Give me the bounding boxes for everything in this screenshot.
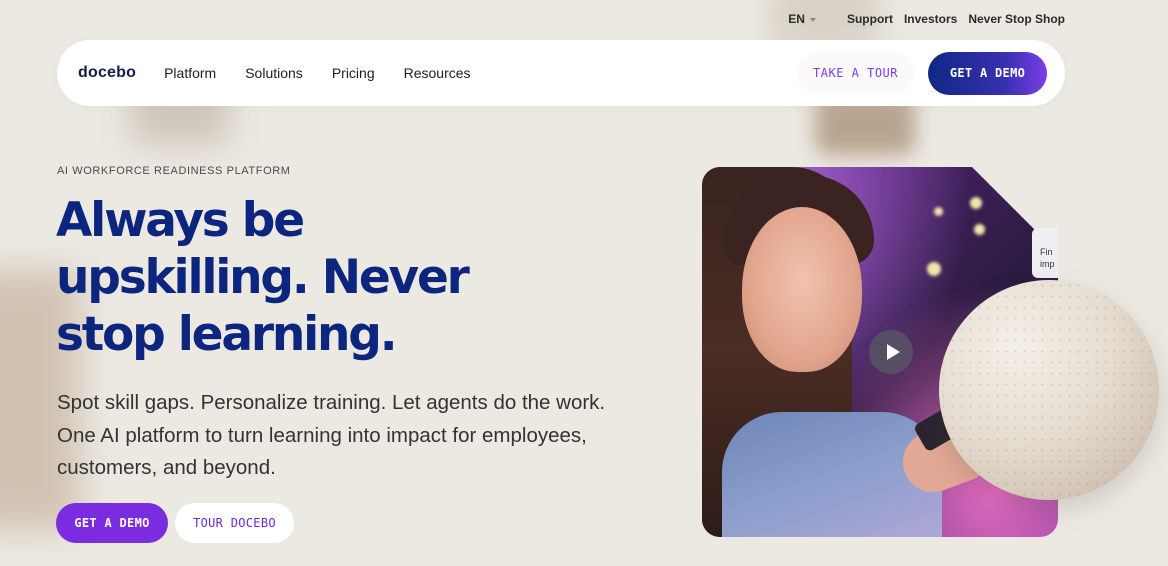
utility-nav: EN Support Investors Never Stop Shop — [788, 12, 1065, 26]
nav-item-resources[interactable]: Resources — [404, 65, 471, 81]
main-nav: docebo Platform Solutions Pricing Resour… — [57, 40, 1065, 106]
investors-link[interactable]: Investors — [904, 12, 957, 26]
bokeh-light — [974, 224, 985, 235]
play-icon[interactable] — [869, 330, 913, 374]
info-card-text: Fin — [1040, 247, 1053, 257]
take-a-tour-button[interactable]: TAKE A TOUR — [797, 52, 914, 94]
nav-item-platform[interactable]: Platform — [164, 65, 216, 81]
subtext-line: customers, and beyond. — [57, 456, 276, 479]
bokeh-light — [970, 197, 982, 209]
info-card-text: imp — [1040, 259, 1055, 269]
nav-actions: TAKE A TOUR GET A DEMO — [797, 51, 1047, 95]
language-label: EN — [788, 12, 805, 26]
nav-item-solutions[interactable]: Solutions — [245, 65, 303, 81]
subtext-line: One AI platform to turn learning into im… — [57, 423, 587, 447]
chevron-down-icon — [809, 18, 816, 22]
nav-menu: Platform Solutions Pricing Resources — [164, 65, 470, 81]
hero-get-a-demo-button[interactable]: GET A DEMO — [56, 503, 168, 543]
bokeh-light — [934, 207, 943, 216]
decorative-sphere — [939, 280, 1159, 500]
headline-line: upskilling. Never — [56, 250, 470, 305]
support-link[interactable]: Support — [847, 12, 893, 26]
never-stop-shop-link[interactable]: Never Stop Shop — [968, 12, 1065, 26]
floating-info-card: Fin imp — [1032, 228, 1058, 278]
tour-docebo-button[interactable]: TOUR DOCEBO — [175, 503, 294, 543]
person-face — [742, 207, 862, 372]
headline-line: stop learning. — [56, 307, 398, 362]
bokeh-light — [927, 262, 941, 276]
language-selector[interactable]: EN — [788, 12, 816, 26]
headline-line: Always be — [56, 193, 305, 248]
docebo-logo[interactable]: docebo — [78, 64, 136, 82]
hero-eyebrow: AI WORKFORCE READINESS PLATFORM — [57, 165, 291, 177]
hero-headline: Always be upskilling. Never stop learnin… — [56, 192, 616, 363]
hero-subtext: Spot skill gaps. Personalize training. L… — [57, 387, 657, 485]
get-a-demo-button[interactable]: GET A DEMO — [928, 51, 1047, 95]
subtext-line: Spot skill gaps. Personalize training. L… — [57, 391, 606, 414]
nav-item-pricing[interactable]: Pricing — [332, 65, 375, 81]
